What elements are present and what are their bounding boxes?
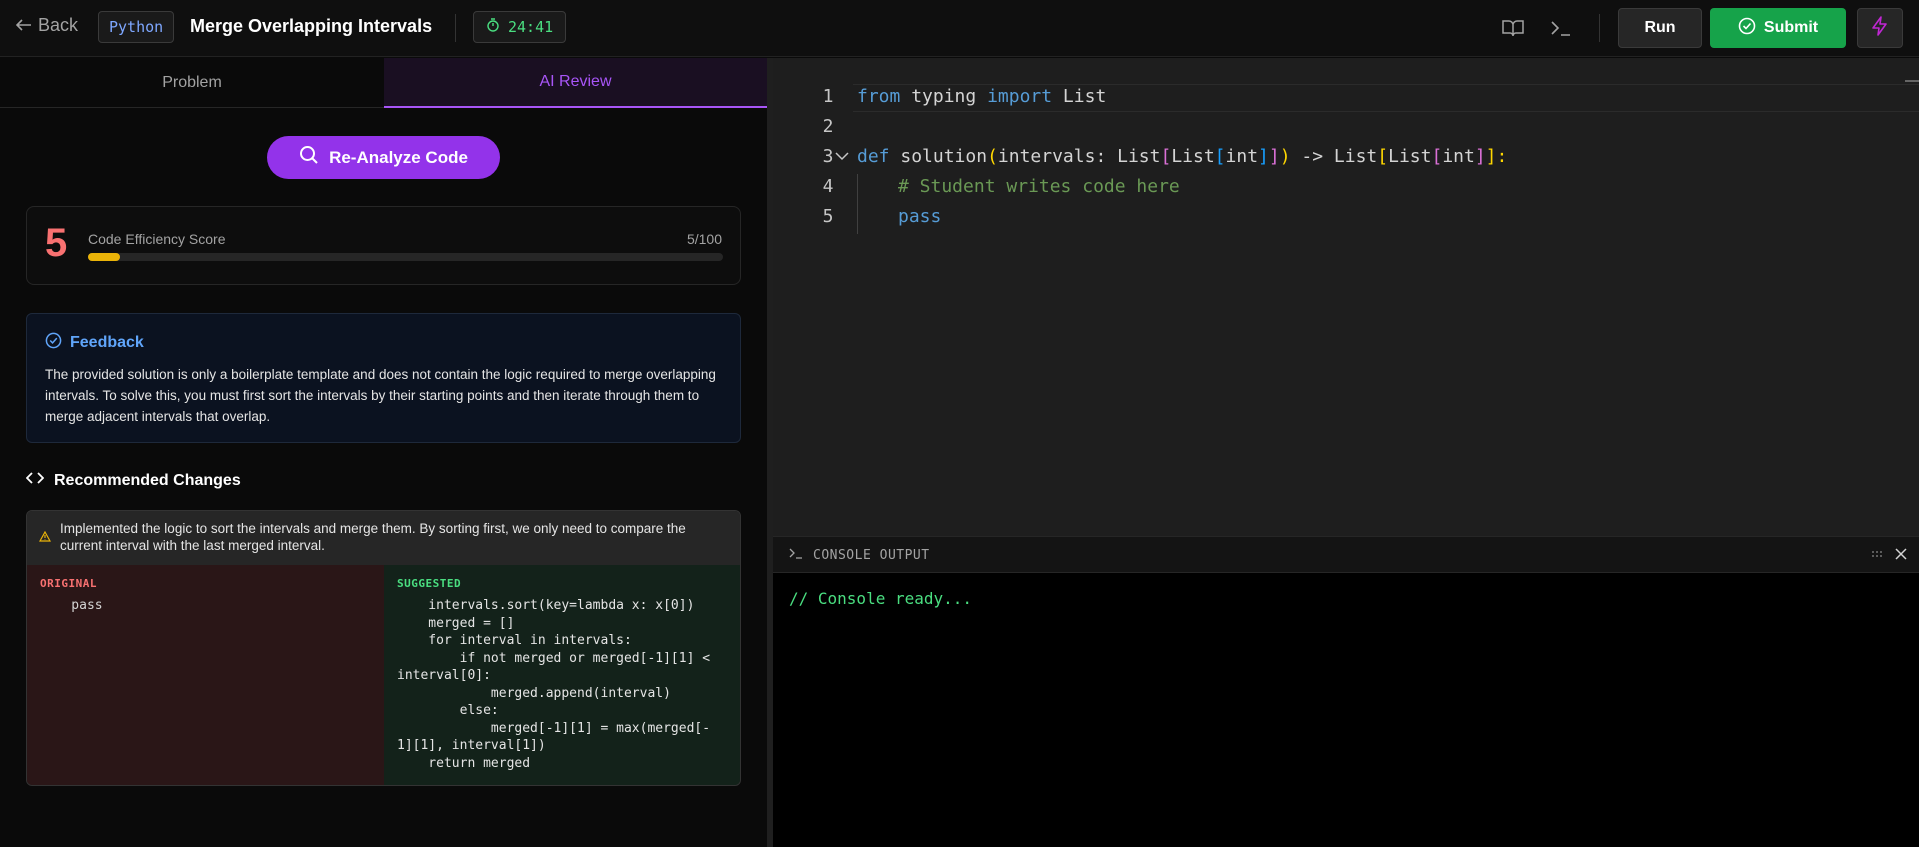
- timer-badge: 24:41: [473, 11, 567, 43]
- lightning-button[interactable]: [1857, 8, 1903, 48]
- indent-guide: [857, 174, 858, 234]
- code-line-3: def solution(intervals: List[List[int]])…: [857, 146, 1507, 167]
- language-badge: Python: [98, 11, 175, 43]
- change-note: Implemented the logic to sort the interv…: [27, 511, 740, 565]
- problem-title: Merge Overlapping Intervals: [190, 16, 433, 36]
- recommended-heading: Recommended Changes: [54, 471, 241, 489]
- reanalyze-label: Re-Analyze Code: [329, 147, 468, 167]
- feedback-text: The provided solution is only a boilerpl…: [45, 367, 716, 424]
- console-panel: CONSOLE OUTPUT // Console ready...: [773, 536, 1919, 847]
- scrollbar-marker: [1905, 80, 1919, 82]
- console-output: // Console ready...: [789, 589, 973, 608]
- keyword: from: [857, 86, 901, 107]
- search-icon: [299, 145, 319, 170]
- top-bar: Back Python Merge Overlapping Intervals …: [0, 0, 1919, 57]
- warning-icon: [38, 529, 52, 547]
- original-label: ORIGINAL: [40, 577, 97, 590]
- stopwatch-icon: [486, 18, 500, 36]
- header-divider: [455, 14, 456, 42]
- feedback-header: Feedback: [45, 332, 144, 354]
- line-number: 1: [822, 86, 834, 107]
- line-number: 5: [822, 206, 834, 227]
- change-card: Implemented the logic to sort the interv…: [26, 510, 741, 786]
- reanalyze-button[interactable]: Re-Analyze Code: [267, 136, 500, 179]
- timer-value: 24:41: [508, 18, 554, 36]
- drag-grip-icon[interactable]: [1871, 547, 1883, 561]
- lightning-icon: [1871, 15, 1889, 41]
- code-text: List: [1052, 86, 1107, 107]
- close-icon[interactable]: [1895, 545, 1907, 564]
- check-circle-icon: [45, 332, 62, 354]
- tab-ai-review[interactable]: AI Review: [384, 58, 767, 108]
- feedback-card: Feedback The provided solution is only a…: [26, 313, 741, 443]
- keyword: def: [857, 146, 890, 167]
- left-panel: Problem AI Review Re-Analyze Code 5 Code…: [0, 58, 767, 847]
- code-line-1: from typing import List: [857, 86, 1106, 107]
- console-title: CONSOLE OUTPUT: [789, 547, 930, 563]
- suggested-code: intervals.sort(key=lambda x: x[0]) merge…: [397, 598, 711, 771]
- check-circle-icon: [1738, 17, 1756, 40]
- suggested-label: SUGGESTED: [397, 577, 462, 590]
- terminal-icon: [789, 547, 803, 563]
- submit-label: Submit: [1763, 19, 1819, 36]
- score-label: Code Efficiency Score: [88, 231, 226, 247]
- fold-chevron-icon[interactable]: [835, 149, 849, 165]
- line-number: 4: [822, 176, 834, 197]
- feedback-heading: Feedback: [70, 334, 144, 351]
- tab-problem[interactable]: Problem: [0, 58, 384, 108]
- suggested-code-pane: SUGGESTED intervals.sort(key=lambda x: x…: [384, 565, 740, 785]
- header-divider: [1599, 14, 1600, 42]
- code-line-4: # Student writes code here: [898, 176, 1180, 197]
- terminal-icon[interactable]: [1547, 14, 1575, 42]
- run-button[interactable]: Run: [1618, 8, 1702, 48]
- original-code-pane: ORIGINAL pass: [27, 565, 384, 785]
- original-code: pass: [40, 598, 103, 613]
- keyword: import: [987, 86, 1053, 107]
- arrow-left-icon: [15, 15, 32, 36]
- score-total: 5/100: [686, 231, 722, 247]
- code-text: solution(intervals: List[List[int]]) -> …: [889, 146, 1508, 167]
- console-title-text: CONSOLE OUTPUT: [813, 547, 930, 563]
- code-brackets-icon: [25, 471, 45, 490]
- code-editor[interactable]: 1 2 3 4 5 from typing import List def so…: [773, 58, 1919, 536]
- console-header: CONSOLE OUTPUT: [773, 537, 1919, 573]
- book-icon[interactable]: [1499, 14, 1527, 42]
- score-progress-fill: [88, 253, 120, 261]
- score-progress-bar: [88, 253, 723, 261]
- recommended-changes-header: Recommended Changes: [25, 471, 241, 490]
- score-value: 5: [45, 221, 68, 265]
- back-button[interactable]: Back: [15, 15, 79, 36]
- panel-tabs: Problem AI Review: [0, 58, 767, 108]
- code-text: typing: [900, 86, 988, 107]
- change-note-text: Implemented the logic to sort the interv…: [60, 521, 686, 553]
- code-line-5: pass: [898, 206, 942, 227]
- submit-button[interactable]: Submit: [1710, 8, 1846, 48]
- efficiency-score-card: 5 Code Efficiency Score 5/100: [26, 206, 741, 285]
- line-number: 2: [822, 116, 834, 137]
- back-label: Back: [38, 15, 79, 35]
